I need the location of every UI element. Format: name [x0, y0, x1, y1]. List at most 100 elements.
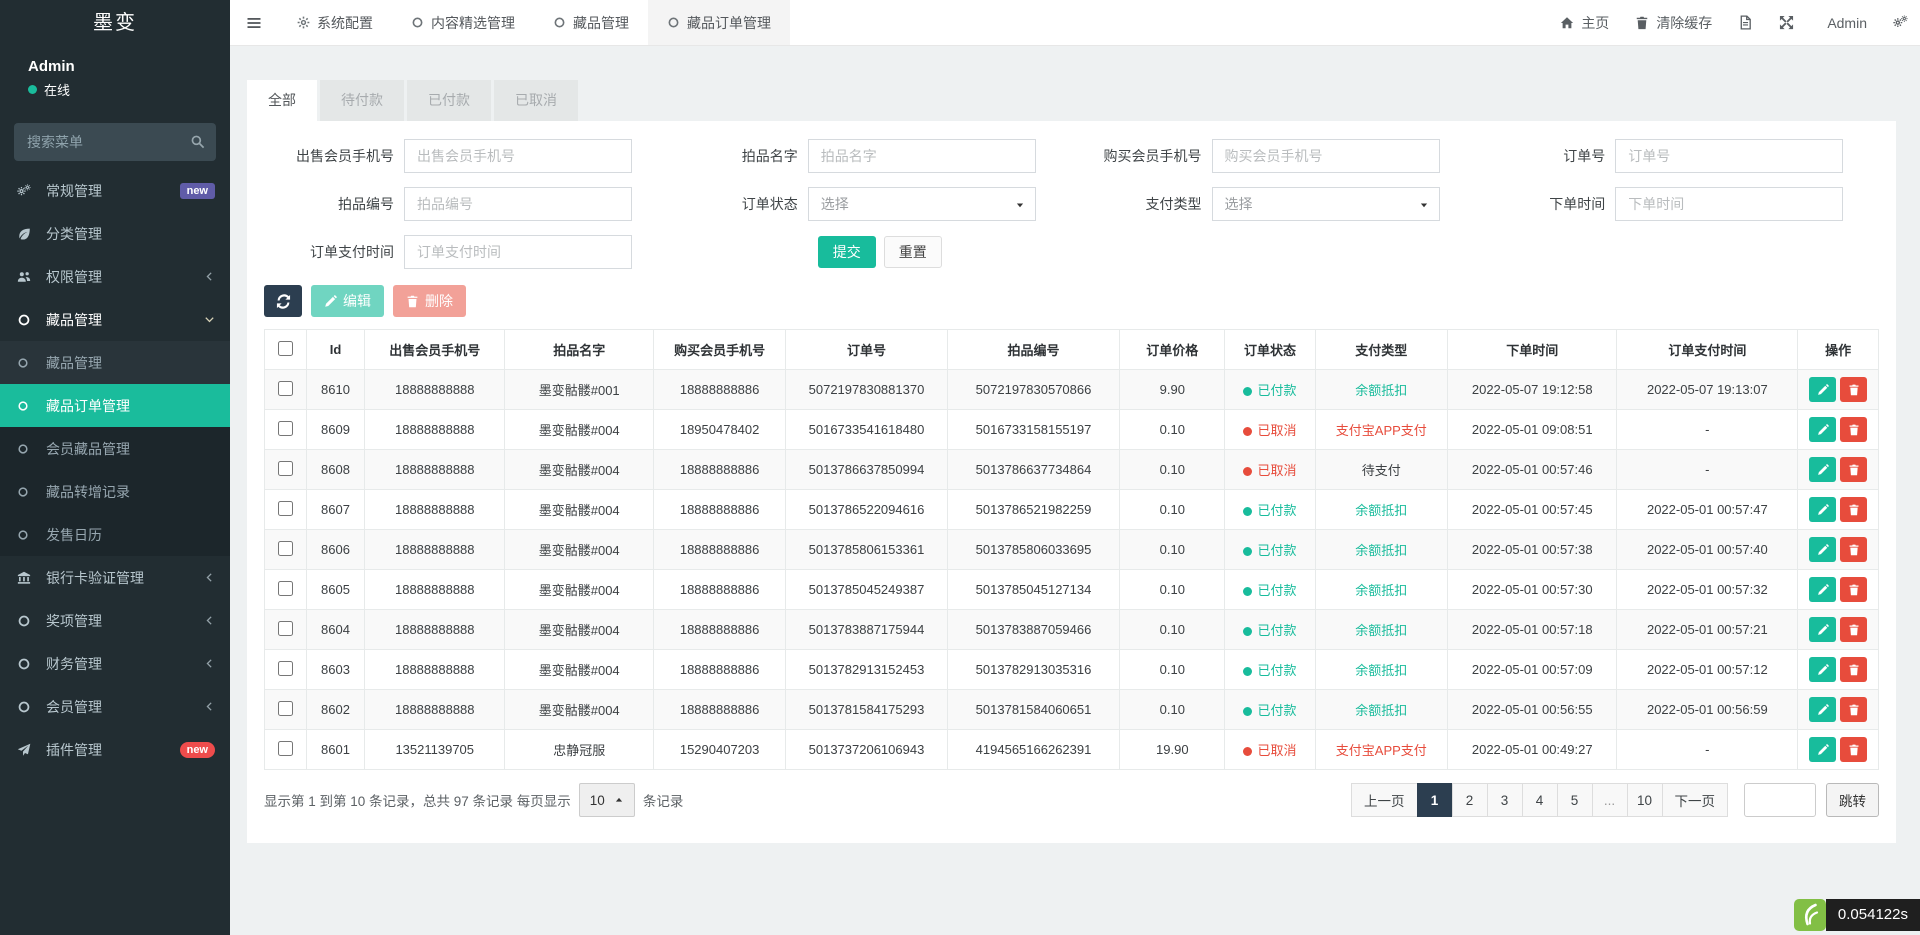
table-row: 860518888888888墨变骷髅#00418888888886501378…: [265, 570, 1879, 610]
row-edit-button[interactable]: [1809, 577, 1836, 602]
clear-cache-link[interactable]: 清除缓存: [1635, 13, 1712, 33]
page-button-3[interactable]: 3: [1487, 783, 1523, 817]
row-edit-button[interactable]: [1809, 457, 1836, 482]
row-checkbox[interactable]: [278, 461, 293, 476]
row-delete-button[interactable]: [1840, 377, 1867, 402]
row-checkbox[interactable]: [278, 581, 293, 596]
row-edit-button[interactable]: [1809, 697, 1836, 722]
navbar-tab-内容精选管理[interactable]: 内容精选管理: [392, 0, 534, 45]
row-delete-button[interactable]: [1840, 577, 1867, 602]
row-delete-button[interactable]: [1840, 417, 1867, 442]
sidebar-subitem-藏品订单管理[interactable]: 藏品订单管理: [0, 384, 230, 427]
row-checkbox[interactable]: [278, 741, 293, 756]
sidebar-item-奖项管理[interactable]: 奖项管理: [0, 599, 230, 642]
reset-button[interactable]: 重置: [884, 236, 942, 268]
navbar-user[interactable]: Admin: [1820, 15, 1867, 31]
select-all-checkbox[interactable]: [278, 341, 293, 356]
filter-select-订单状态[interactable]: 选择: [808, 187, 1036, 221]
filter-input-下单时间[interactable]: [1615, 187, 1843, 221]
page-button-2[interactable]: 2: [1452, 783, 1488, 817]
row-edit-button[interactable]: [1809, 617, 1836, 642]
row-edit-button[interactable]: [1809, 657, 1836, 682]
status-dot-icon: [1243, 547, 1252, 556]
table-header-row: Id出售会员手机号拍品名字购买会员手机号订单号拍品编号订单价格订单状态支付类型下…: [265, 330, 1879, 370]
row-delete-button[interactable]: [1840, 497, 1867, 522]
tab-待付款[interactable]: 待付款: [320, 80, 404, 121]
page-button-4[interactable]: 4: [1522, 783, 1558, 817]
sidebar-item-分类管理[interactable]: 分类管理: [0, 212, 230, 255]
tab-已付款[interactable]: 已付款: [407, 80, 491, 121]
menu-search-input[interactable]: [14, 123, 216, 161]
page-button-1[interactable]: 1: [1417, 783, 1453, 817]
sidebar-item-财务管理[interactable]: 财务管理: [0, 642, 230, 685]
thinkphp-logo-icon[interactable]: [1794, 899, 1826, 931]
tab-已取消[interactable]: 已取消: [494, 80, 578, 121]
row-checkbox[interactable]: [278, 381, 293, 396]
cell-item-no: 4194565166262391: [947, 730, 1120, 770]
filter-input-订单号[interactable]: [1615, 139, 1843, 173]
app-logo[interactable]: 墨变: [0, 0, 230, 46]
row-checkbox[interactable]: [278, 501, 293, 516]
home-link[interactable]: 主页: [1560, 13, 1609, 33]
row-edit-button[interactable]: [1809, 537, 1836, 562]
row-checkbox[interactable]: [278, 701, 293, 716]
row-checkbox[interactable]: [278, 541, 293, 556]
navbar-tab-系统配置[interactable]: 系统配置: [278, 0, 392, 45]
page-button-5[interactable]: 5: [1557, 783, 1593, 817]
next-page-button[interactable]: 下一页: [1662, 783, 1729, 817]
sidebar-item-银行卡验证管理[interactable]: 银行卡验证管理: [0, 556, 230, 599]
page-size-dropdown[interactable]: 10: [579, 783, 635, 817]
navbar-tab-藏品订单管理[interactable]: 藏品订单管理: [648, 0, 790, 45]
circle-icon: [553, 16, 566, 29]
sidebar-item-会员管理[interactable]: 会员管理: [0, 685, 230, 728]
row-delete-button[interactable]: [1840, 457, 1867, 482]
jump-button[interactable]: 跳转: [1826, 783, 1879, 817]
sidebar-subitem-藏品转增记录[interactable]: 藏品转增记录: [0, 470, 230, 513]
cell-item-no: 5013785045127134: [947, 570, 1120, 610]
filter-input-购买会员手机号[interactable]: [1212, 139, 1440, 173]
cell-paid-at: -: [1617, 450, 1798, 490]
row-edit-button[interactable]: [1809, 417, 1836, 442]
sidebar-subitem-藏品管理[interactable]: 藏品管理: [0, 341, 230, 384]
navbar-tab-藏品管理[interactable]: 藏品管理: [534, 0, 648, 45]
prev-page-button[interactable]: 上一页: [1351, 783, 1418, 817]
filter-input-订单支付时间[interactable]: [404, 235, 632, 269]
refresh-button[interactable]: [264, 285, 302, 317]
sidebar-item-插件管理[interactable]: 插件管理new: [0, 728, 230, 771]
filter-input-拍品编号[interactable]: [404, 187, 632, 221]
filter-input-拍品名字[interactable]: [808, 139, 1036, 173]
row-delete-button[interactable]: [1840, 737, 1867, 762]
sidebar-subitem-发售日历[interactable]: 发售日历: [0, 513, 230, 556]
sidebar-item-权限管理[interactable]: 权限管理: [0, 255, 230, 298]
page-button-10[interactable]: 10: [1627, 783, 1663, 817]
row-checkbox[interactable]: [278, 421, 293, 436]
cell-order-status: 已取消: [1225, 450, 1315, 490]
row-edit-button[interactable]: [1809, 497, 1836, 522]
row-edit-button[interactable]: [1809, 377, 1836, 402]
submit-button[interactable]: 提交: [818, 236, 876, 268]
sidebar-item-藏品管理[interactable]: 藏品管理: [0, 298, 230, 341]
settings-cogs-icon[interactable]: [1893, 15, 1908, 30]
search-icon[interactable]: [190, 134, 205, 149]
row-delete-button[interactable]: [1840, 617, 1867, 642]
expand-icon[interactable]: [1779, 15, 1794, 30]
row-checkbox[interactable]: [278, 621, 293, 636]
sidebar-subitem-会员藏品管理[interactable]: 会员藏品管理: [0, 427, 230, 470]
row-delete-button[interactable]: [1840, 697, 1867, 722]
edit-button[interactable]: 编辑: [311, 285, 384, 317]
row-checkbox[interactable]: [278, 661, 293, 676]
row-edit-button[interactable]: [1809, 737, 1836, 762]
delete-button[interactable]: 删除: [393, 285, 466, 317]
pencil-icon: [1817, 464, 1829, 476]
hamburger-icon[interactable]: [230, 0, 278, 45]
filter-select-支付类型[interactable]: 选择: [1212, 187, 1440, 221]
tab-全部[interactable]: 全部: [247, 80, 317, 121]
file-icon[interactable]: [1738, 15, 1753, 30]
circle-icon: [17, 313, 42, 327]
table-row: 860618888888888墨变骷髅#00418888888886501378…: [265, 530, 1879, 570]
jump-page-input[interactable]: [1744, 783, 1816, 817]
row-delete-button[interactable]: [1840, 537, 1867, 562]
filter-input-出售会员手机号[interactable]: [404, 139, 632, 173]
sidebar-item-常规管理[interactable]: 常规管理new: [0, 169, 230, 212]
row-delete-button[interactable]: [1840, 657, 1867, 682]
